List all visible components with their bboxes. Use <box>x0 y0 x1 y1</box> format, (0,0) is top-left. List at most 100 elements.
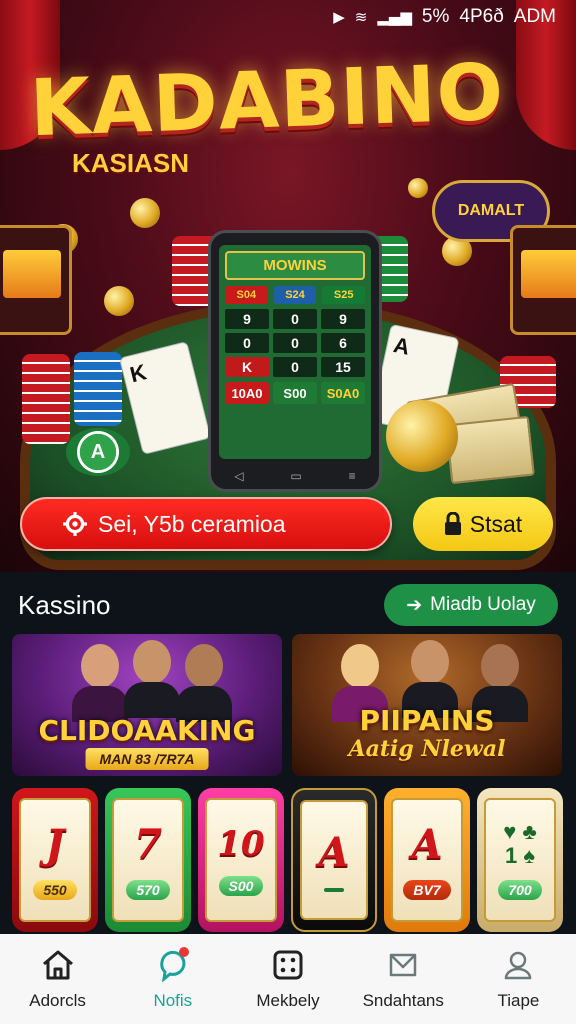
notification-icon <box>155 947 191 983</box>
primary-cta-button[interactable]: Sei, Y5b ceramioa <box>20 497 392 551</box>
slot-game-card[interactable]: ♥ ♣ 1 ♠ 700 <box>477 788 563 932</box>
promo-banner-title: PIIPAINS <box>359 704 495 737</box>
phone-title: MOWINS <box>225 251 365 280</box>
tab-profile[interactable]: Tiape <box>461 934 576 1024</box>
grid-cell: 9 <box>225 309 269 329</box>
dice-icon <box>270 947 306 983</box>
slot-symbol: A <box>318 828 350 876</box>
wifi-icon: ≋ <box>354 8 368 26</box>
tab-home[interactable]: Adorcls <box>0 934 115 1024</box>
chip-stack-icon <box>22 354 70 444</box>
slot-symbol: J <box>45 820 65 868</box>
network-label: 4P6ð <box>459 6 504 27</box>
time-label: ADM <box>513 6 556 27</box>
back-icon: ◁ <box>234 469 244 483</box>
tab-label: Mekbely <box>256 991 320 1010</box>
primary-cta-label: Sei, Y5b ceramioa <box>98 510 286 537</box>
tab-label: Nofis <box>153 991 193 1010</box>
grid-cell: 0 <box>273 309 317 329</box>
slot-reel: 7 570 <box>112 798 184 922</box>
grid-cell: 9 <box>321 309 365 329</box>
app-logo: KADABINO <box>28 47 506 155</box>
section-title: Kassino <box>18 589 111 620</box>
roulette-grid: 9 0 9 0 0 6 K 0 15 <box>225 309 365 377</box>
slot-reel: ♥ ♣ 1 ♠ 700 <box>484 798 556 922</box>
status-bar: ▶ ≋ ▂▄▆ 5% 4P6ð ADM <box>0 0 576 34</box>
slot-game-card[interactable]: 10 S00 <box>198 788 284 932</box>
promo-banner-subtitle: MAN 83 /7R7A <box>85 748 209 770</box>
notification-badge <box>178 947 189 957</box>
phone-chip-row: S04 S24 S25 <box>225 286 366 304</box>
slot-value: S00 <box>218 876 264 896</box>
ticket-icon <box>385 947 421 983</box>
phone-nav-bar: ◁ ▭ ≡ <box>211 469 379 483</box>
slot-game-list: J 550 7 570 10 S00 A A BV7 ♥ ♣ 1 ♠ 700 <box>12 788 564 932</box>
slot-symbol: 10 <box>217 824 265 864</box>
grid-cell: 0 <box>273 333 317 353</box>
phone-chip: S25 <box>322 286 366 304</box>
card-suits-icon: ♥ ♣ 1 ♠ <box>503 818 537 868</box>
secondary-cta-label: Stsat <box>469 510 523 537</box>
cash-icon <box>445 415 535 485</box>
bet-chip: S0A0 <box>321 382 365 404</box>
coin-icon <box>104 286 134 316</box>
coin-icon <box>408 178 428 198</box>
slot-machine-icon <box>0 225 72 335</box>
grid-cell: 15 <box>321 357 365 377</box>
chip-stack-icon <box>74 352 122 426</box>
grid-cell: 6 <box>321 333 365 353</box>
home-icon <box>40 947 76 983</box>
promo-banner-subtitle: Aatig Nlewal <box>348 736 506 762</box>
tab-label: Sndahtans <box>362 991 444 1010</box>
person-image <box>72 644 128 724</box>
secondary-cta-button[interactable]: Stsat <box>413 497 553 551</box>
tab-label: Adorcls <box>29 991 86 1010</box>
view-all-button[interactable]: ➔ Miadb Uolay <box>384 584 558 626</box>
phone-bet-row: 10A0 S00 S0A0 <box>225 382 365 404</box>
tab-tickets[interactable]: Sndahtans <box>346 934 461 1024</box>
hero-banner: ▶ ≋ ▂▄▆ 5% 4P6ð ADM KADABINO KASIASN DAM… <box>0 0 576 572</box>
slot-symbol: A <box>411 820 443 868</box>
lock-icon <box>444 512 461 535</box>
gold-coin-icon <box>386 400 458 472</box>
grid-cell: K <box>225 357 269 377</box>
person-image <box>176 644 232 724</box>
phone-mockup: MOWINS S04 S24 S25 9 0 9 0 0 6 K 0 15 10… <box>208 230 382 492</box>
signal-icon: ▂▄▆ <box>377 8 412 26</box>
battery-percent: 5% <box>421 6 450 27</box>
slot-game-card[interactable]: J 550 <box>12 788 98 932</box>
section-header: Kassino ➔ Miadb Uolay <box>0 574 576 636</box>
promo-banner[interactable]: PIIPAINS Aatig Nlewal <box>292 634 562 776</box>
slot-value: 570 <box>126 879 170 900</box>
phone-screen: MOWINS S04 S24 S25 9 0 9 0 0 6 K 0 15 10… <box>219 245 371 459</box>
tab-games[interactable]: Mekbely <box>230 934 345 1024</box>
bet-chip: 10A0 <box>225 382 269 404</box>
gear-icon <box>63 512 87 536</box>
phone-chip: S24 <box>273 286 317 304</box>
home-pill-icon: ▭ <box>290 469 302 483</box>
slot-symbol: 7 <box>134 820 162 868</box>
recent-icon: ≡ <box>348 469 356 483</box>
slot-value: BV7 <box>403 879 451 900</box>
app-logo-subtitle: KASIASN <box>72 148 190 178</box>
slot-reel: J 550 <box>19 798 91 922</box>
view-all-label: Miadb Uolay <box>430 594 536 615</box>
app-screen: ▶ ≋ ▂▄▆ 5% 4P6ð ADM KADABINO KASIASN DAM… <box>0 0 576 1024</box>
bet-chip: S00 <box>273 382 317 404</box>
slot-game-card[interactable]: A <box>291 788 377 932</box>
slot-game-card[interactable]: 7 570 <box>105 788 191 932</box>
promo-banner[interactable]: CLIDOAAKING MAN 83 /7R7A <box>12 634 282 776</box>
slot-value: 550 <box>33 879 77 900</box>
grid-cell: 0 <box>225 333 269 353</box>
tab-notifications[interactable]: Nofis <box>115 934 230 1024</box>
promo-banner-title: CLIDOAAKING <box>38 714 256 747</box>
phone-chip: S04 <box>225 286 268 304</box>
play-icon: ▶ <box>333 8 345 26</box>
grid-cell: 0 <box>273 357 317 377</box>
bottom-tab-bar: Adorcls Nofis Mekbely Sndahtans Tiape <box>0 934 576 1024</box>
slot-value <box>324 887 344 892</box>
slot-game-card[interactable]: A BV7 <box>384 788 470 932</box>
profile-icon <box>500 947 536 983</box>
chip-icon: A <box>66 428 130 476</box>
slot-machine-icon <box>510 225 576 335</box>
